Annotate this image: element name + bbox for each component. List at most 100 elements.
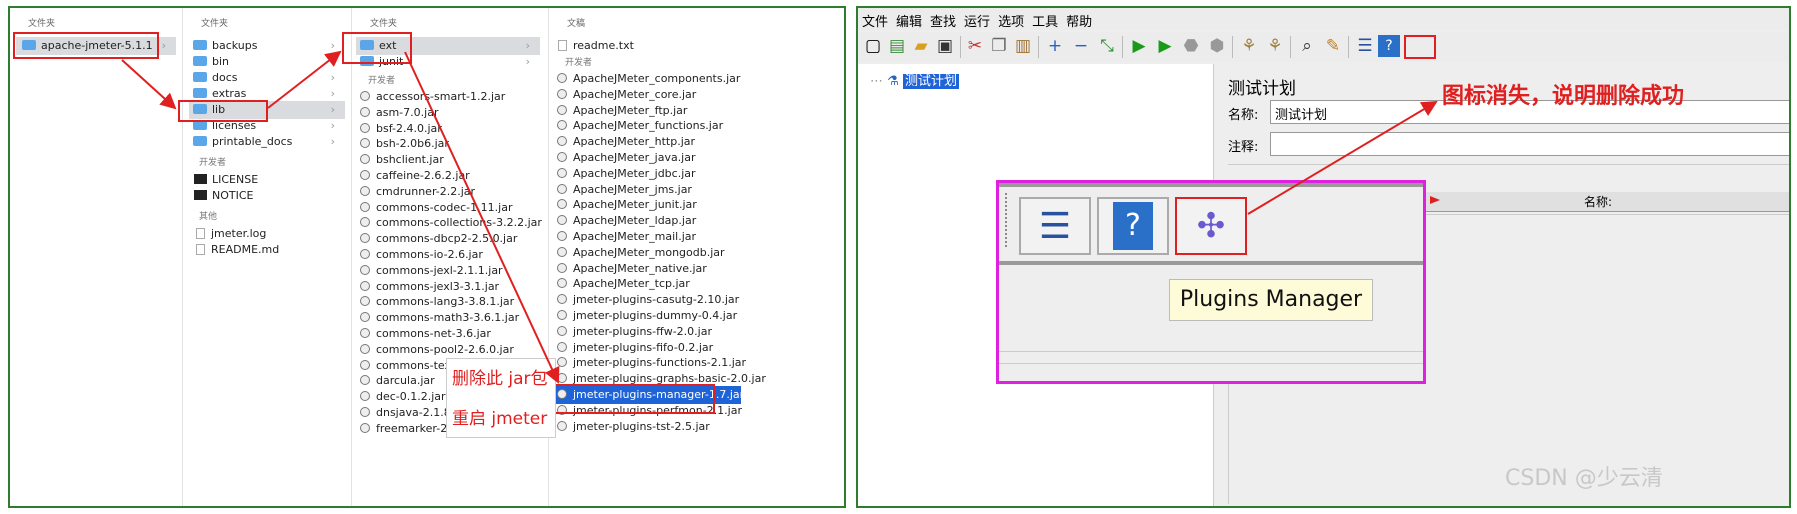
chevron-right-icon: › xyxy=(525,55,530,68)
file-label: NOTICE xyxy=(212,189,254,202)
terminal-icon xyxy=(194,190,207,200)
group-label-other: 其他 xyxy=(199,212,218,222)
clear-all-icon[interactable]: ⚘ xyxy=(1264,35,1286,57)
folder-label: docs xyxy=(212,71,238,84)
file-item[interactable]: README.md xyxy=(193,241,279,259)
menu-item[interactable]: 工具 xyxy=(1028,8,1062,33)
paste-icon[interactable]: ▥ xyxy=(1012,35,1034,57)
menu-item[interactable]: 运行 xyxy=(960,8,994,33)
jar-icon xyxy=(360,264,370,275)
collapse-icon[interactable]: − xyxy=(1070,35,1092,57)
file-label: commons-net-3.6.jar xyxy=(376,327,491,340)
jar-icon xyxy=(360,328,370,338)
jar-icon xyxy=(557,199,567,210)
file-label: jmeter-plugins-functions-2.1.jar xyxy=(573,356,747,370)
file-label: caffeine-2.6.2.jar xyxy=(376,169,470,182)
function-helper-icon[interactable]: ☰ xyxy=(1354,35,1376,57)
table-header: 名称: xyxy=(1403,192,1789,212)
jar-file[interactable]: jmeter-plugins-tst-2.5.jar xyxy=(551,418,741,436)
tree-item-test-plan[interactable]: ⋯ ⚗ 测试计划 xyxy=(870,70,959,89)
jar-icon xyxy=(557,373,567,384)
file-label: ApacheJMeter_ldap.jar xyxy=(573,214,697,228)
jar-icon xyxy=(360,375,370,386)
file-label: bshclient.jar xyxy=(376,153,444,167)
zoom-plugins-manager-button[interactable]: ✣ xyxy=(1175,197,1247,255)
copy-icon[interactable]: ❐ xyxy=(988,35,1010,57)
file-readme[interactable]: readme.txt xyxy=(555,37,634,55)
save-icon[interactable]: ▣ xyxy=(934,35,956,57)
jar-icon xyxy=(360,217,370,228)
jar-icon xyxy=(557,152,567,162)
help-icon[interactable]: ? xyxy=(1378,35,1400,57)
open-icon[interactable]: ▰ xyxy=(910,35,932,57)
file-label: commons-io-2.6.jar xyxy=(376,248,483,261)
file-label: LICENSE xyxy=(212,173,259,186)
reset-search-icon[interactable]: ✎ xyxy=(1322,35,1344,57)
column-header: 文稿 xyxy=(567,19,586,29)
jar-icon xyxy=(360,280,370,291)
name-label: 名称: xyxy=(1228,108,1259,123)
file-notice[interactable]: NOTICE xyxy=(193,187,253,205)
file-label: ApacheJMeter_mongodb.jar xyxy=(573,245,725,259)
cut-icon[interactable]: ✂ xyxy=(964,35,986,57)
highlight-missing-plugins-icon xyxy=(1404,35,1436,59)
file-label: commons-collections-3.2.2.jar xyxy=(376,216,542,230)
jar-icon xyxy=(360,233,370,244)
file-label: commons-codec-1.11.jar xyxy=(376,200,513,214)
jar-icon xyxy=(557,357,567,368)
file-label: asm-7.0.jar xyxy=(376,105,439,119)
clear-icon[interactable]: ⚘ xyxy=(1238,35,1260,57)
file-label: dec-0.1.2.jar xyxy=(376,390,446,404)
toolbar: ▢ ▤ ▰ ▣ ✂ ❐ ▥ + − ⤡ ▶ ▶ ⬣ ⬢ ⚘ ⚘ ⌕ ✎ ☰ ? xyxy=(858,32,1789,62)
jar-icon xyxy=(557,278,567,289)
highlight-lib xyxy=(178,100,268,122)
file-label: commons-lang3-3.8.1.jar xyxy=(376,295,515,309)
column-header: 文件夹 xyxy=(28,19,56,29)
file-label: ApacheJMeter_components.jar xyxy=(573,72,741,85)
menu-item[interactable]: 文件 xyxy=(858,8,892,33)
start-no-pause-icon[interactable]: ▶ xyxy=(1154,35,1176,57)
menu-bar: 文件 编辑 查找 运行 选项 工具 帮助 xyxy=(858,8,1789,30)
templates-icon[interactable]: ▤ xyxy=(886,35,908,57)
jar-icon xyxy=(360,407,370,417)
toggle-icon[interactable]: ⤡ xyxy=(1096,35,1118,57)
file-label: ApacheJMeter_tcp.jar xyxy=(573,277,690,291)
group-label-dev: 开发者 xyxy=(199,158,227,168)
jar-icon xyxy=(360,343,370,354)
file-label: readme.txt xyxy=(573,39,634,52)
file-label: README.md xyxy=(211,243,280,256)
stop-icon[interactable]: ⬣ xyxy=(1180,35,1202,57)
menu-item[interactable]: 编辑 xyxy=(892,8,926,33)
expand-icon[interactable]: + xyxy=(1044,35,1066,57)
shutdown-icon[interactable]: ⬢ xyxy=(1206,35,1228,57)
folder-icon xyxy=(193,56,207,66)
jar-icon xyxy=(557,246,567,257)
menu-item[interactable]: 帮助 xyxy=(1062,8,1096,33)
jar-icon xyxy=(360,154,370,165)
file-label: commons-pool2-2.6.0.jar xyxy=(376,342,514,356)
annotation-restart: 重启 jmeter xyxy=(452,409,548,429)
comment-input[interactable] xyxy=(1270,132,1789,156)
highlight-ext xyxy=(342,32,412,64)
search-icon[interactable]: ⌕ xyxy=(1296,35,1318,57)
file-label: ApacheJMeter_ftp.jar xyxy=(573,103,688,117)
file-label: ApacheJMeter_junit.jar xyxy=(573,198,697,212)
jar-icon xyxy=(360,170,370,180)
jar-icon xyxy=(360,359,370,370)
jar-icon xyxy=(557,341,567,352)
menu-item[interactable]: 选项 xyxy=(994,8,1028,33)
file-label: bsh-2.0b6.jar xyxy=(376,137,449,151)
plugins-manager-tooltip: Plugins Manager xyxy=(1169,279,1373,321)
start-icon[interactable]: ▶ xyxy=(1128,35,1150,57)
jar-icon xyxy=(360,296,370,307)
zoom-help-button[interactable]: ? xyxy=(1097,197,1169,255)
document-icon xyxy=(196,244,205,255)
folder-label: printable_docs xyxy=(212,135,293,148)
menu-item[interactable]: 查找 xyxy=(926,8,960,33)
new-icon[interactable]: ▢ xyxy=(862,35,884,57)
file-label: jmeter-plugins-casutg-2.10.jar xyxy=(573,293,740,307)
file-label: ApacheJMeter_functions.jar xyxy=(573,119,724,133)
chevron-right-icon: › xyxy=(330,135,335,148)
zoom-function-helper-button[interactable]: ☰ xyxy=(1019,197,1091,255)
folder-printable_docs[interactable]: printable_docs › xyxy=(189,133,345,151)
